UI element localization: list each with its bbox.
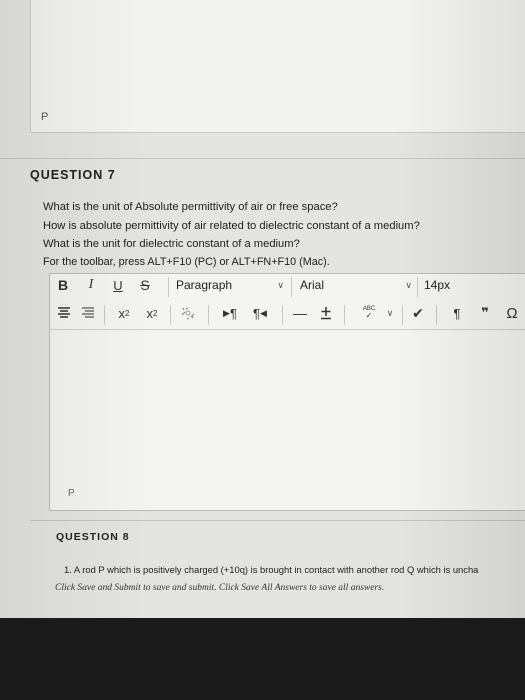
question-divider	[0, 158, 525, 159]
rtl-pilcrow: ¶	[253, 305, 261, 321]
toolbar-separator	[282, 305, 283, 325]
format-select[interactable]: Paragraph ∨	[176, 274, 284, 296]
superscript-mark: 2	[125, 308, 130, 318]
spellcheck-tick: ✓	[365, 311, 373, 320]
special-char-icon[interactable]: Ω	[502, 302, 522, 324]
editor-path: P	[68, 488, 75, 499]
toolbar-separator	[344, 305, 345, 325]
question-7-line-3: What is the unit for dielectric constant…	[43, 238, 300, 250]
chevron-down-icon: ∨	[386, 307, 394, 318]
answer-editor[interactable]: B I U S Paragraph ∨ Arial ∨ 14px x 2 x 2…	[49, 273, 525, 511]
screen: P QUESTION 7 What is the unit of Absolut…	[0, 0, 525, 618]
font-family-select[interactable]: Arial ∨	[300, 274, 412, 296]
ltr-pilcrow: ¶	[229, 305, 237, 321]
toolbar-separator	[170, 305, 171, 325]
spellcheck-icon[interactable]: ABC ✓	[356, 302, 382, 324]
toolbar-separator	[436, 305, 437, 325]
previous-answer-editor[interactable]: P	[30, 0, 525, 133]
toolbar-separator	[417, 277, 418, 297]
toolbar-separator	[104, 305, 105, 325]
toolbar-separator	[168, 277, 169, 297]
italic-button[interactable]: I	[83, 274, 99, 296]
subscript-mark: 2	[153, 308, 158, 318]
chevron-down-icon: ∨	[405, 279, 412, 290]
superscript-button[interactable]: x2	[112, 302, 136, 324]
underline-button[interactable]: U	[110, 274, 126, 296]
font-size-value: 14px	[424, 278, 451, 292]
question-7-line-2: How is absolute permittivity of air rela…	[43, 220, 420, 232]
strikethrough-button[interactable]: S	[136, 274, 154, 296]
save-submit-note: Click Save and Submit to save and submit…	[55, 583, 385, 593]
rtl-arrow: ◀	[260, 307, 267, 318]
align-center-icon[interactable]	[56, 302, 72, 324]
add-icon[interactable]	[316, 302, 336, 324]
question-8-text: 1. A rod P which is positively charged (…	[64, 564, 479, 575]
text-direction-ltr-icon[interactable]: ▶ ¶	[218, 302, 242, 324]
toolbar-shortcut-hint: For the toolbar, press ALT+F10 (PC) or A…	[43, 256, 330, 268]
bold-button[interactable]: B	[54, 274, 72, 296]
question-divider	[30, 520, 525, 521]
ltr-arrow: ▶	[223, 307, 230, 318]
text-direction-rtl-icon[interactable]: ¶ ◀	[248, 302, 272, 324]
subscript-button[interactable]: x2	[140, 302, 164, 324]
blockquote-icon[interactable]: ❞	[476, 302, 494, 324]
question-7-line-1: What is the unit of Absolute permittivit…	[43, 201, 338, 213]
toolbar-separator	[208, 305, 209, 325]
toolbar-row-2: x2 x2 ▶ ¶ ¶ ◀ — ABC ✓ ∨ ✔ ¶ ❞ Ω	[50, 302, 525, 330]
spellcheck-dropdown[interactable]: ∨	[384, 302, 396, 324]
unlink-icon[interactable]	[178, 302, 198, 324]
toolbar-separator	[402, 305, 403, 325]
horizontal-line-icon[interactable]: —	[290, 302, 310, 324]
toolbar-separator	[291, 277, 292, 297]
format-select-value: Paragraph	[176, 278, 233, 292]
chevron-down-icon: ∨	[277, 279, 284, 290]
question-8-heading: QUESTION 8	[56, 531, 130, 543]
pilcrow-icon[interactable]: ¶	[448, 302, 466, 324]
toolbar-row-1: B I U S Paragraph ∨ Arial ∨ 14px	[50, 274, 525, 301]
previous-editor-path: P	[41, 111, 49, 123]
font-size-select[interactable]: 14px	[424, 274, 524, 296]
font-family-value: Arial	[300, 278, 325, 292]
check-icon[interactable]: ✔	[408, 302, 428, 324]
align-justify-icon[interactable]	[80, 302, 96, 324]
question-7-heading: QUESTION 7	[30, 168, 116, 182]
